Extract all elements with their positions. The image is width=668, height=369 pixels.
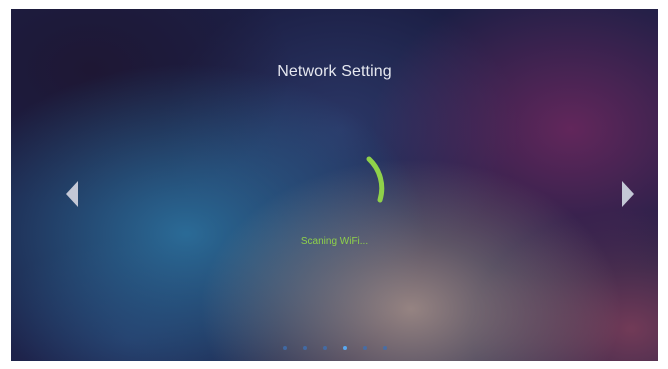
- page-dot[interactable]: [382, 346, 387, 350]
- page-dot[interactable]: [322, 346, 327, 350]
- page-dot-active[interactable]: [342, 346, 347, 350]
- scanning-status-text: Scaning WiFi...: [300, 236, 369, 247]
- loading-spinner-icon: [366, 156, 385, 203]
- next-page-button[interactable]: [617, 179, 637, 209]
- page-dot[interactable]: [282, 346, 287, 350]
- previous-page-button[interactable]: [63, 179, 83, 209]
- page-dot[interactable]: [362, 346, 367, 350]
- chevron-left-icon: [66, 181, 78, 207]
- page-title: Network Setting: [277, 63, 392, 80]
- page-dot[interactable]: [302, 346, 307, 350]
- network-setting-screen: Network Setting Scaning WiFi...: [11, 9, 658, 361]
- chevron-right-icon: [622, 181, 634, 207]
- page-indicator: [11, 344, 658, 352]
